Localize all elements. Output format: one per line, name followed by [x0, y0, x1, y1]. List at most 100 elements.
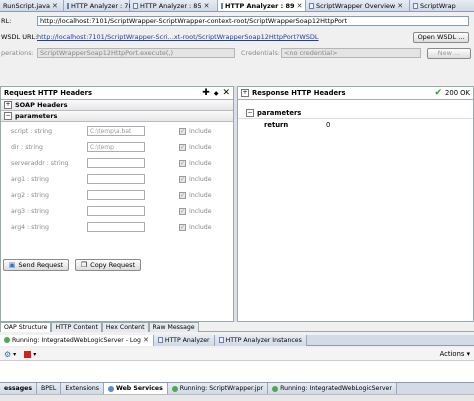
- copy-request-button[interactable]: ❐ Copy Request: [75, 259, 141, 271]
- param-input[interactable]: [87, 222, 145, 232]
- status-text: 200 OK: [445, 89, 470, 97]
- include-checkbox[interactable]: ✓: [179, 143, 186, 151]
- running-icon: [4, 337, 10, 343]
- tab-bpel[interactable]: BPEL: [37, 383, 62, 394]
- tab-label: ScriptWrapper Overview: [316, 1, 396, 10]
- parameters-list: script : string C:\temp\a.bat ✓ Include …: [1, 122, 233, 272]
- chevron-down-icon[interactable]: ▾: [33, 351, 36, 358]
- running-icon: [171, 385, 178, 392]
- collapse-icon[interactable]: −: [246, 109, 254, 117]
- parameters-label: parameters: [15, 112, 58, 120]
- expand-icon[interactable]: +: [241, 89, 249, 97]
- include-checkbox[interactable]: ✓: [179, 223, 186, 231]
- operations-row: perations: ScriptWrapperSoap12HttpPort.e…: [0, 46, 474, 60]
- request-header: Request HTTP Headers ✚ ◆ ✕: [1, 87, 233, 100]
- tab-http-analyzer-78[interactable]: HTTP Analyzer : 78✕: [64, 0, 140, 11]
- soap-headers-section[interactable]: + SOAP Headers: [1, 100, 233, 111]
- tab-label: Running: IntegratedWebLogicServer: [280, 385, 392, 392]
- tab-runscript[interactable]: RunScript.java ✕: [0, 0, 64, 11]
- stop-icon[interactable]: [24, 350, 32, 358]
- tab-soap-structure[interactable]: OAP Structure: [0, 321, 52, 332]
- request-title: Request HTTP Headers: [4, 89, 93, 97]
- tab-http-analyzer-instances[interactable]: HTTP Analyzer Instances: [214, 334, 307, 346]
- param-input[interactable]: [87, 190, 145, 200]
- tab-http-analyzer[interactable]: HTTP Analyzer: [153, 334, 215, 346]
- param-name: arg1 : string: [11, 175, 49, 183]
- tab-label: Web Services: [116, 385, 163, 392]
- param-input[interactable]: [87, 158, 145, 168]
- collapse-icon[interactable]: −: [4, 112, 12, 120]
- wsdl-link[interactable]: http://localhost:7101/ScriptWrapper-Scri…: [37, 33, 413, 41]
- include-checkbox[interactable]: ✓: [179, 159, 186, 167]
- close-icon[interactable]: ✕: [397, 2, 403, 10]
- log-content[interactable]: [0, 360, 474, 382]
- param-name: dir : string: [11, 143, 43, 151]
- tab-http-content[interactable]: HTTP Content: [51, 321, 102, 332]
- param-input[interactable]: [87, 206, 145, 216]
- tab-raw-message[interactable]: Raw Message: [148, 321, 199, 332]
- diamond-icon[interactable]: ◆: [214, 90, 219, 97]
- tab-weblogic-log[interactable]: Running: IntegratedWebLogicServer - Log …: [0, 334, 154, 346]
- include-label: Include: [189, 143, 212, 151]
- url-label: RL:: [1, 17, 12, 25]
- tab-hex-content[interactable]: Hex Content: [101, 321, 149, 332]
- param-input[interactable]: C:\temp\a.bat: [87, 126, 145, 136]
- chevron-down-icon[interactable]: ▾: [13, 351, 16, 358]
- param-row: serveraddr : string ✓ Include: [11, 158, 231, 168]
- close-icon[interactable]: ✕: [204, 2, 210, 10]
- open-wsdl-button[interactable]: Open WSDL ...: [413, 31, 469, 43]
- response-parameters-section[interactable]: − parameters: [238, 108, 473, 119]
- tab-running-scriptwrapper[interactable]: Running: ScriptWrapper.jpr: [167, 383, 269, 394]
- editor-tab-bar: RunScript.java✕ HTTP Analyzer : 78✕ HTTP…: [0, 0, 474, 12]
- response-panel: + Response HTTP Headers ✔ 200 OK − param…: [237, 86, 474, 322]
- param-input[interactable]: C:\temp: [87, 142, 145, 152]
- credentials-value: <no credential>: [284, 49, 338, 57]
- tab-label: essages: [4, 385, 33, 392]
- response-parameters-label: parameters: [257, 109, 302, 117]
- tab-label: HTTP Analyzer : 78: [71, 1, 133, 10]
- send-request-button[interactable]: ▣ Send Request: [3, 259, 69, 271]
- tab-web-services[interactable]: Web Services: [104, 383, 168, 394]
- param-name: arg2 : string: [11, 191, 49, 199]
- add-icon[interactable]: ✚: [202, 88, 210, 98]
- tab-scriptwrapper-overview[interactable]: ScriptWrapper Overview ✕: [306, 0, 410, 11]
- document-icon: [67, 2, 69, 9]
- tab-http-analyzer-89[interactable]: HTTP Analyzer : 89 ✕: [218, 0, 306, 11]
- copy-icon: ❐: [80, 261, 88, 269]
- soap-headers-label: SOAP Headers: [15, 101, 68, 109]
- close-icon[interactable]: ✕: [222, 88, 230, 98]
- actions-menu[interactable]: Actions ▾: [440, 350, 470, 358]
- tab-label: HTTP Analyzer: [164, 336, 210, 344]
- request-panel: Request HTTP Headers ✚ ◆ ✕ + SOAP Header…: [0, 86, 234, 322]
- settings-icon[interactable]: ⚙: [4, 350, 11, 359]
- param-name: script : string: [11, 127, 53, 135]
- copy-request-label: Copy Request: [90, 261, 136, 269]
- expand-icon[interactable]: +: [4, 101, 12, 109]
- param-input[interactable]: [87, 174, 145, 184]
- tab-http-analyzer-85[interactable]: HTTP Analyzer : 85 ✕: [130, 0, 218, 11]
- include-checkbox[interactable]: ✓: [179, 127, 186, 135]
- credentials-select[interactable]: <no credential>: [281, 48, 421, 58]
- include-checkbox[interactable]: ✓: [179, 191, 186, 199]
- close-icon[interactable]: ✕: [297, 2, 303, 10]
- close-icon[interactable]: ✕: [52, 2, 58, 10]
- tab-running-weblogic[interactable]: Running: IntegratedWebLogicServer: [268, 383, 397, 394]
- tab-scriptwrap[interactable]: ScriptWrap: [410, 0, 474, 11]
- include-label: Include: [189, 127, 212, 135]
- tab-label: HTTP Analyzer : 85: [140, 1, 202, 10]
- include-label: Include: [189, 223, 212, 231]
- parameters-section[interactable]: − parameters: [1, 111, 233, 122]
- include-label: Include: [189, 191, 212, 199]
- include-checkbox[interactable]: ✓: [179, 207, 186, 215]
- url-input[interactable]: http://localhost:7101/ScriptWrapper-Scri…: [37, 16, 469, 26]
- close-icon[interactable]: ✕: [143, 336, 149, 344]
- tab-extensions[interactable]: Extensions: [61, 383, 104, 394]
- log-toolbar: ⚙ ▾ ▾ Actions ▾: [0, 348, 474, 360]
- tab-messages[interactable]: essages: [0, 383, 38, 394]
- new-credential-button[interactable]: New ...: [427, 47, 471, 59]
- param-row: dir : string C:\temp ✓ Include: [11, 142, 231, 152]
- operations-select[interactable]: ScriptWrapperSoap12HttpPort.execute(,): [37, 48, 235, 58]
- send-request-label: Send Request: [18, 261, 64, 269]
- include-checkbox[interactable]: ✓: [179, 175, 186, 183]
